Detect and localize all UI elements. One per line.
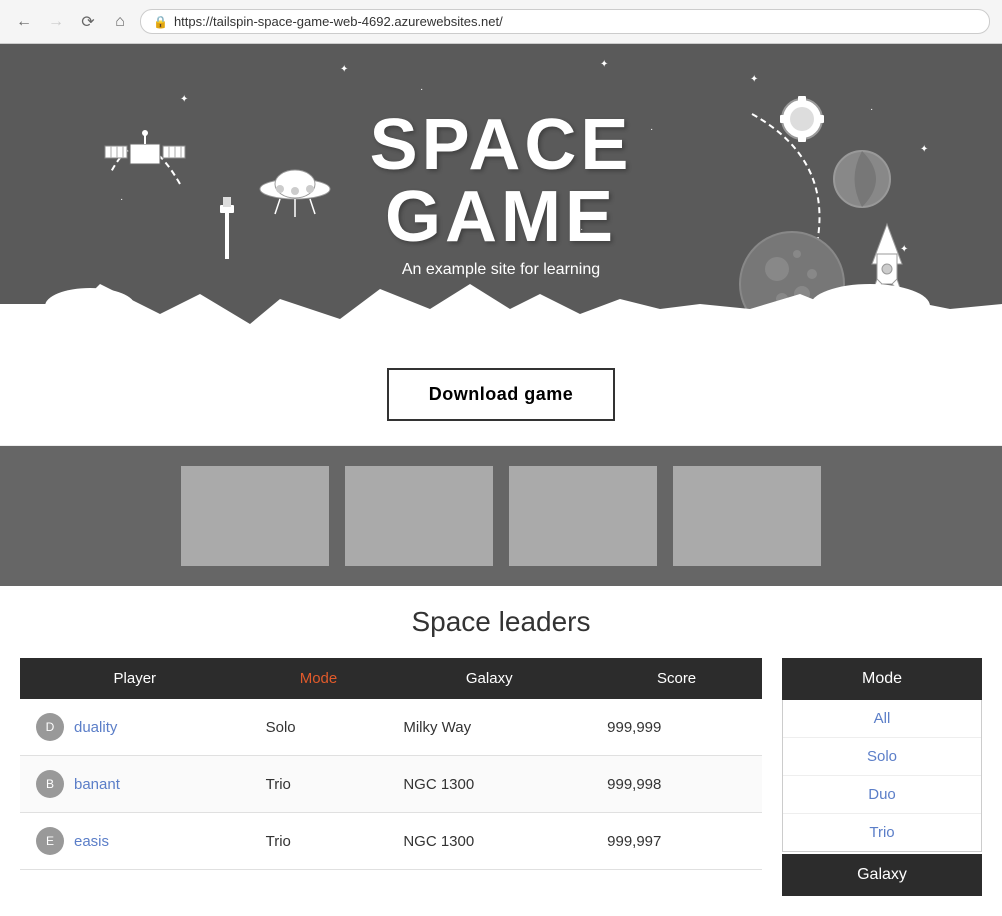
player-link-2[interactable]: easis <box>74 833 109 850</box>
hero-title: SPACE GAME An example site for learning <box>370 109 633 279</box>
url-text: https://tailspin-space-game-web-4692.azu… <box>174 14 503 29</box>
table-row: EeasisTrioNGC 1300999,997 <box>20 813 762 870</box>
galaxy-cell-1: NGC 1300 <box>387 756 591 813</box>
galaxy-cell-0: Milky Way <box>387 699 591 756</box>
lock-icon: 🔒 <box>153 15 168 29</box>
mode-cell-0: Solo <box>250 699 388 756</box>
col-player: Player <box>20 658 250 699</box>
score-cell-1: 999,998 <box>591 756 762 813</box>
score-cell-0: 999,999 <box>591 699 762 756</box>
ufo-decoration <box>220 159 340 264</box>
avatar-0: D <box>36 713 64 741</box>
star-decoration: · <box>420 84 423 95</box>
col-score: Score <box>591 658 762 699</box>
mode-cell-2: Trio <box>250 813 388 870</box>
hero-section: ✦ · ✦ · ✦ · ✦ · ✦ · ✦ <box>0 44 1002 344</box>
filter-mode-solo[interactable]: Solo <box>783 738 981 776</box>
filter-mode-body: All Solo Duo Trio <box>782 700 982 852</box>
filter-panel: Mode All Solo Duo Trio Galaxy <box>782 658 982 896</box>
browser-chrome: ← → ⟳ ⌂ 🔒 https://tailspin-space-game-we… <box>0 0 1002 44</box>
download-game-button[interactable]: Download game <box>387 368 616 421</box>
game-title-line1: SPACE <box>370 109 633 181</box>
mode-cell-1: Trio <box>250 756 388 813</box>
col-mode: Mode <box>250 658 388 699</box>
filter-galaxy-header: Galaxy <box>782 854 982 896</box>
screenshots-section <box>0 446 1002 586</box>
star-decoration: ✦ <box>600 59 608 70</box>
screenshot-3 <box>509 466 657 566</box>
table-header-row: Player Mode Galaxy Score <box>20 658 762 699</box>
filter-mode-trio[interactable]: Trio <box>783 814 981 851</box>
avatar-1: B <box>36 770 64 798</box>
galaxy-cell-2: NGC 1300 <box>387 813 591 870</box>
player-cell-2: Eeasis <box>20 813 250 870</box>
leaderboard-table: Player Mode Galaxy Score DdualitySoloMil… <box>20 658 762 870</box>
game-title-line2: GAME <box>370 181 633 253</box>
star-decoration: ✦ <box>340 64 348 75</box>
leaderboard-table-wrap: Player Mode Galaxy Score DdualitySoloMil… <box>20 658 762 870</box>
leaderboard-title: Space leaders <box>20 586 982 658</box>
leaderboard-section: Space leaders Player Mode Galaxy Score D… <box>0 586 1002 916</box>
screenshot-4 <box>673 466 821 566</box>
address-bar[interactable]: 🔒 https://tailspin-space-game-web-4692.a… <box>140 9 990 34</box>
player-link-1[interactable]: banant <box>74 776 120 793</box>
player-link-0[interactable]: duality <box>74 719 117 736</box>
table-row: DdualitySoloMilky Way999,999 <box>20 699 762 756</box>
avatar-2: E <box>36 827 64 855</box>
screenshot-1 <box>181 466 329 566</box>
reload-button[interactable]: ⟳ <box>76 10 100 34</box>
home-button[interactable]: ⌂ <box>108 10 132 34</box>
score-cell-2: 999,997 <box>591 813 762 870</box>
leaderboard-layout: Player Mode Galaxy Score DdualitySoloMil… <box>20 658 982 896</box>
star-decoration: ✦ <box>180 94 188 105</box>
filter-mode-header: Mode <box>782 658 982 700</box>
player-cell-0: Dduality <box>20 699 250 756</box>
download-section: Download game <box>0 344 1002 446</box>
screenshot-2 <box>345 466 493 566</box>
filter-mode-duo[interactable]: Duo <box>783 776 981 814</box>
player-cell-1: Bbanant <box>20 756 250 813</box>
back-button[interactable]: ← <box>12 10 36 34</box>
star-decoration: · <box>650 124 653 135</box>
col-galaxy: Galaxy <box>387 658 591 699</box>
page-content: ✦ · ✦ · ✦ · ✦ · ✦ · ✦ <box>0 44 1002 916</box>
filter-mode-all[interactable]: All <box>783 700 981 738</box>
forward-button[interactable]: → <box>44 10 68 34</box>
table-row: BbanantTrioNGC 1300999,998 <box>20 756 762 813</box>
hero-subtitle: An example site for learning <box>370 261 633 279</box>
satellite-decoration <box>100 124 190 199</box>
